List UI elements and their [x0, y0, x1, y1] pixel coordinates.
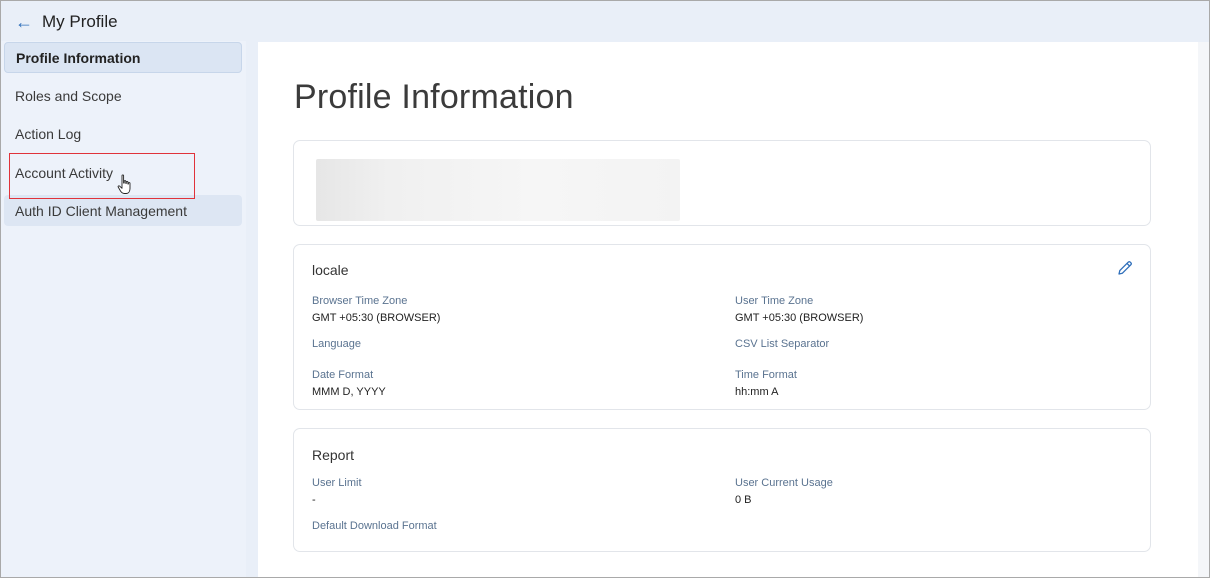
time-format-value: hh:mm A — [735, 386, 779, 398]
sidebar-item-label: Account Activity — [15, 164, 114, 181]
sidebar-item-roles-and-scope[interactable]: Roles and Scope — [4, 80, 242, 111]
date-format-value: MMM D, YYYY — [312, 386, 386, 398]
sidebar-item-label: Action Log — [15, 125, 82, 142]
browser-time-zone-value: GMT +05:30 (BROWSER) — [312, 312, 441, 324]
hand-cursor-icon — [117, 174, 131, 194]
scrollbar-track[interactable] — [1198, 42, 1209, 577]
csv-separator-label: CSV List Separator — [735, 338, 830, 350]
user-limit-value: - — [312, 494, 316, 506]
back-arrow-icon[interactable]: ← — [15, 13, 33, 31]
browser-time-zone-label: Browser Time Zone — [312, 295, 408, 307]
sidebar-item-auth-id-client-management[interactable]: Auth ID Client Management — [4, 195, 242, 226]
profile-summary-card — [293, 140, 1151, 226]
pencil-icon[interactable] — [1116, 259, 1134, 277]
date-format-label: Date Format — [312, 369, 374, 381]
main-content: Profile Information locale Browser Time … — [258, 42, 1198, 577]
sidebar-item-action-log[interactable]: Action Log — [4, 118, 242, 149]
time-format-label: Time Format — [735, 369, 797, 381]
sidebar-item-profile-information[interactable]: Profile Information — [4, 42, 242, 73]
sidebar: Profile Information Roles and Scope Acti… — [1, 41, 246, 577]
sidebar-item-label: Roles and Scope — [15, 87, 122, 104]
page-header-title: My Profile — [42, 12, 118, 31]
locale-card-title: locale — [312, 262, 349, 278]
user-limit-label: User Limit — [312, 477, 362, 489]
user-current-usage-label: User Current Usage — [735, 477, 833, 489]
default-download-format-label: Default Download Format — [312, 520, 437, 532]
redacted-profile-block — [316, 159, 680, 221]
language-label: Language — [312, 338, 361, 350]
report-card-title: Report — [312, 447, 355, 463]
user-current-usage-value: 0 B — [735, 494, 752, 506]
header-bar: ← My Profile — [1, 3, 1209, 41]
app-window: ← My Profile Profile Information Roles a… — [0, 0, 1210, 578]
user-time-zone-value: GMT +05:30 (BROWSER) — [735, 312, 864, 324]
report-card: Report User Limit - User Current Usage 0… — [293, 428, 1151, 552]
locale-card: locale Browser Time Zone GMT +05:30 (BRO… — [293, 244, 1151, 410]
page-title: Profile Information — [294, 78, 574, 116]
sidebar-item-label: Profile Information — [16, 49, 141, 66]
user-time-zone-label: User Time Zone — [735, 295, 814, 307]
sidebar-item-label: Auth ID Client Management — [15, 202, 187, 219]
